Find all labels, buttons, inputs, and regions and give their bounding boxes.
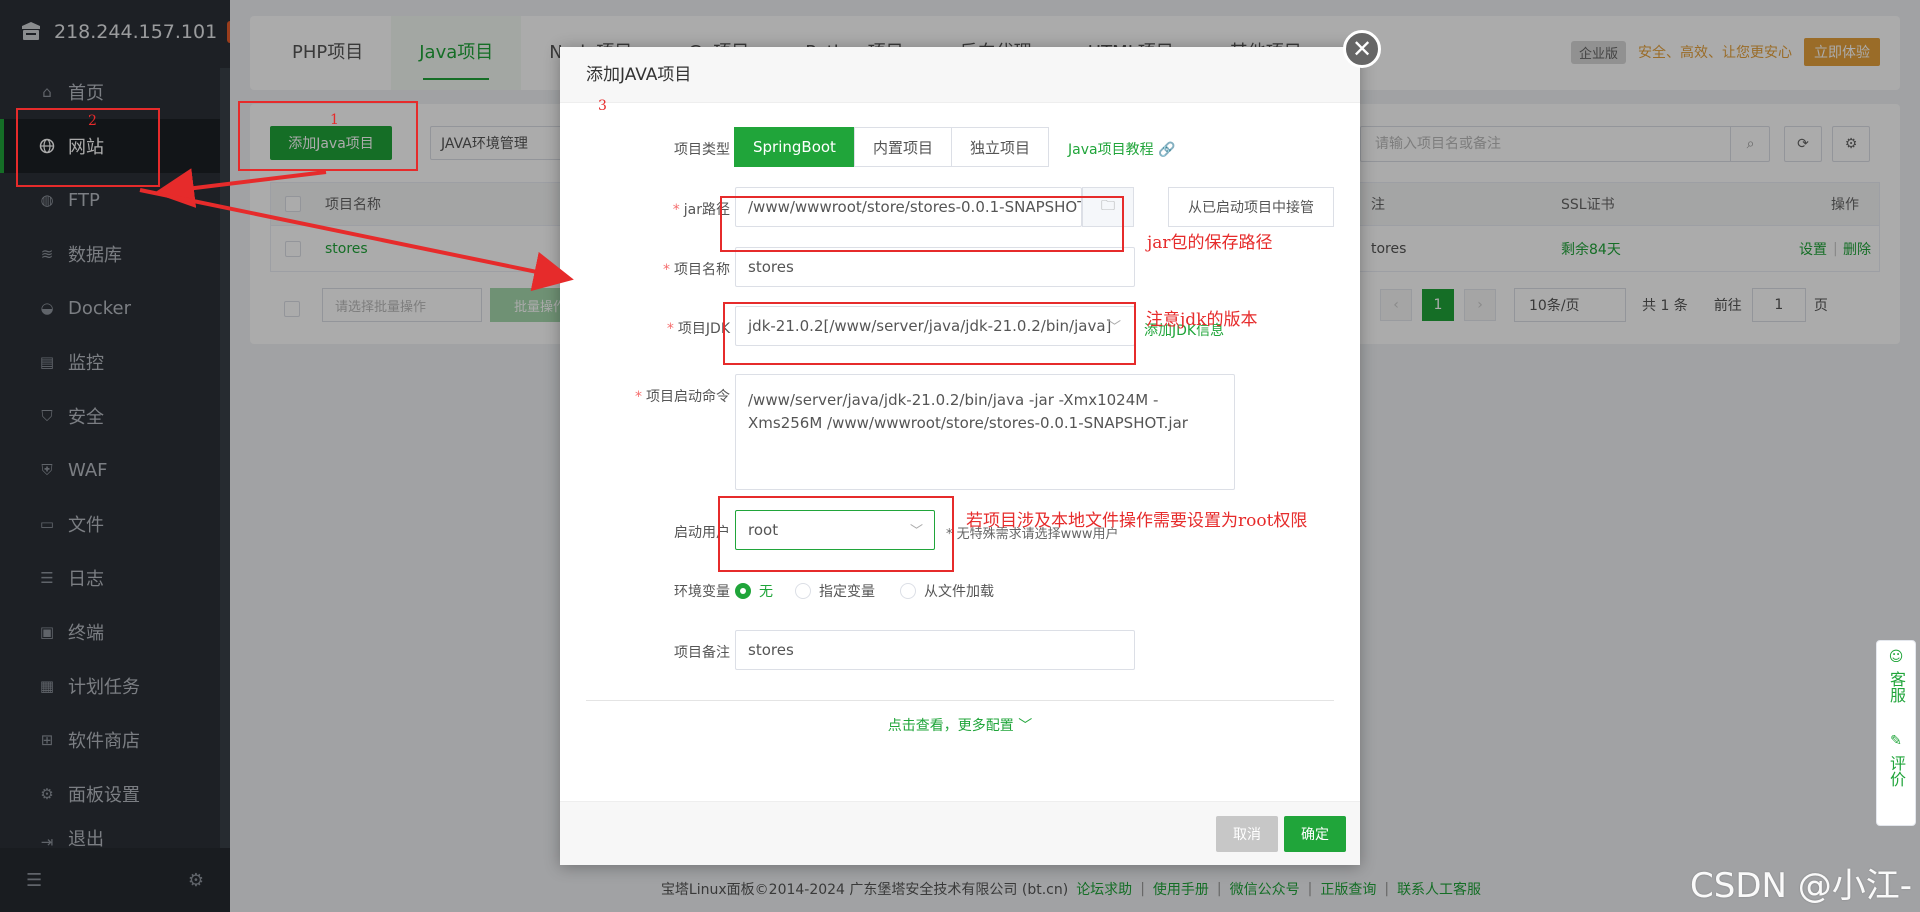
annotation-box-jdk	[723, 302, 1136, 365]
csdn-watermark: CSDN @小江-	[1690, 866, 1913, 906]
annotation-jdk-note: 注意jdk的版本	[1146, 310, 1258, 330]
annotation-arrows	[139, 168, 574, 292]
annotation-root-note: 若项目涉及本地文件操作需要设置为root权限	[966, 511, 1308, 531]
annotation-jar-note: jar包的保存路径	[1147, 233, 1273, 253]
annotation-box-jar	[720, 196, 1124, 252]
annotation-box-user	[718, 496, 954, 572]
